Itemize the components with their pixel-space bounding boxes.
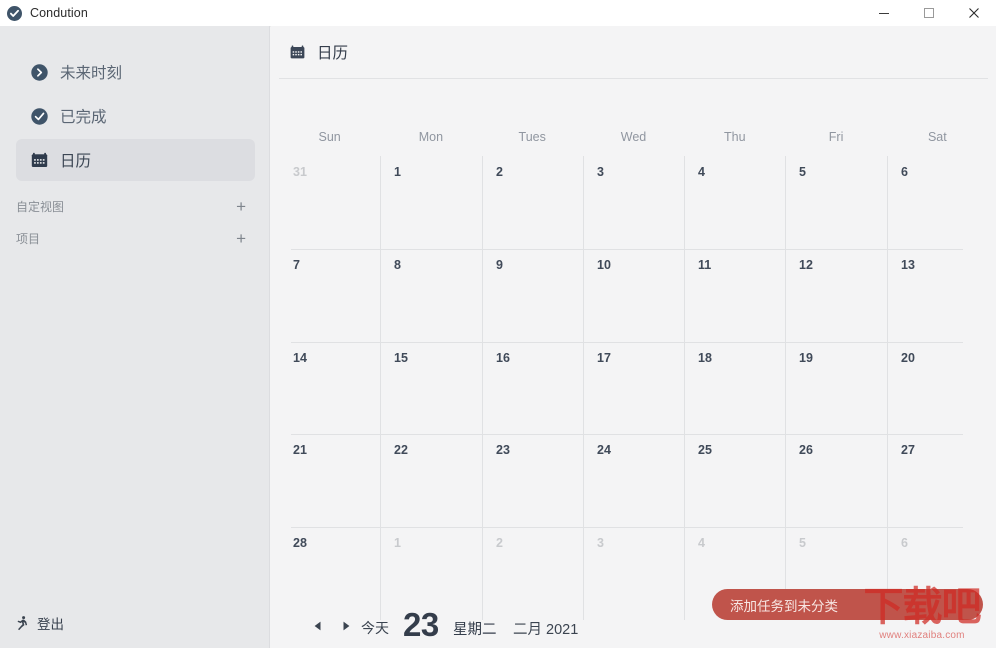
calendar-day-cell[interactable]: 2 — [496, 165, 503, 179]
calendar-header: 日历 — [271, 26, 996, 78]
grid-column-divider — [380, 156, 381, 620]
close-icon[interactable] — [951, 0, 996, 26]
calendar-day-cell[interactable]: 22 — [394, 443, 408, 457]
calendar-day-cell[interactable]: 8 — [394, 258, 401, 272]
calendar-day-cell[interactable]: 23 — [496, 443, 510, 457]
calendar-nav-buttons — [307, 615, 357, 637]
weekday-label-sun: Sun — [318, 130, 341, 144]
maximize-icon[interactable] — [906, 0, 951, 26]
sidebar: 未来时刻 已完成 日历 自定视图 + 项目 + 登出 — [0, 26, 270, 648]
current-weekday-label: 星期二 — [453, 622, 497, 638]
sidebar-section-custom-views: 自定视图 + — [16, 194, 255, 218]
grid-row-divider — [291, 342, 963, 343]
calendar-day-cell[interactable]: 13 — [901, 258, 915, 272]
grid-column-divider — [684, 156, 685, 620]
calendar-day-cell[interactable]: 9 — [496, 258, 503, 272]
window-title: Condution — [30, 6, 88, 20]
grid-row-divider — [291, 434, 963, 435]
app-window: Condution 未来时刻 已完成 日历 自定视图 + 项目 + 登出 日历 … — [0, 0, 996, 648]
calendar-day-cell[interactable]: 18 — [698, 351, 712, 365]
calendar-bottom-bar: 今天 23 星期二 二月 2021 添加任务到未分类 — [271, 589, 996, 648]
calendar-day-cell[interactable]: 4 — [698, 165, 705, 179]
calendar-day-cell[interactable]: 3 — [597, 165, 604, 179]
chevron-circle-right-icon — [30, 63, 49, 82]
sidebar-item-label: 未来时刻 — [60, 65, 123, 82]
prev-month-button[interactable] — [307, 615, 329, 637]
sidebar-item-upcoming[interactable]: 未来时刻 — [16, 51, 255, 93]
logout-label: 登出 — [37, 617, 64, 632]
grid-row-divider — [291, 249, 963, 250]
calendar-day-cell[interactable]: 26 — [799, 443, 813, 457]
add-project-button[interactable]: + — [236, 230, 246, 247]
calendar-day-cell[interactable]: 1 — [394, 536, 401, 550]
calendar-day-cell[interactable]: 17 — [597, 351, 611, 365]
calendar-day-cell[interactable]: 20 — [901, 351, 915, 365]
calendar-day-cell[interactable]: 5 — [799, 165, 806, 179]
calendar-day-cell[interactable]: 11 — [698, 258, 711, 272]
weekday-label-wed: Wed — [620, 130, 647, 144]
grid-row-divider — [291, 527, 963, 528]
calendar-day-cell[interactable]: 15 — [394, 351, 408, 365]
calendar-day-cell[interactable]: 21 — [293, 443, 307, 457]
calendar-day-cell[interactable]: 7 — [293, 258, 300, 272]
minimize-icon[interactable] — [861, 0, 906, 26]
weekday-label-sat: Sat — [927, 130, 947, 144]
calendar-day-cell[interactable]: 10 — [597, 258, 611, 272]
calendar-day-cell[interactable]: 6 — [901, 536, 908, 550]
header-divider — [279, 78, 988, 79]
calendar-day-cell[interactable]: 12 — [799, 258, 813, 272]
weekday-label-tues: Tues — [518, 130, 546, 144]
calendar-grid: 31 1 2 3 4 5 6 7 8 9 10 11 12 13 14 15 16 17 18 19 20 21 22 23 2… — [279, 156, 988, 620]
add-custom-view-button[interactable]: + — [236, 198, 246, 215]
calendar-icon — [30, 151, 49, 170]
calendar-day-cell[interactable]: 27 — [901, 443, 915, 457]
logout-button[interactable]: 登出 — [14, 610, 64, 636]
calendar-day-cell[interactable]: 3 — [597, 536, 604, 550]
current-day-number: 23 — [403, 606, 439, 643]
sidebar-section-projects: 项目 + — [16, 226, 255, 250]
section-label: 项目 — [16, 231, 41, 246]
weekday-label-thu: Thu — [724, 130, 746, 144]
sidebar-item-label: 已完成 — [60, 109, 107, 126]
grid-column-divider — [785, 156, 786, 620]
section-label: 自定视图 — [16, 199, 65, 214]
grid-column-divider — [482, 156, 483, 620]
sidebar-item-calendar[interactable]: 日历 — [16, 139, 255, 181]
run-exit-icon — [14, 615, 30, 631]
calendar-icon — [289, 44, 306, 61]
calendar-day-cell[interactable]: 31 — [293, 165, 307, 179]
current-month-year-label: 二月 2021 — [513, 622, 579, 638]
calendar-day-cell[interactable]: 25 — [698, 443, 712, 457]
weekday-label-fri: Fri — [828, 130, 844, 144]
calendar-day-cell[interactable]: 28 — [293, 536, 307, 550]
calendar-day-cell[interactable]: 4 — [698, 536, 705, 550]
page-title: 日历 — [317, 45, 349, 62]
calendar-day-cell[interactable]: 2 — [496, 536, 503, 550]
today-button[interactable]: 今天 — [361, 618, 389, 638]
calendar-day-cell[interactable]: 24 — [597, 443, 611, 457]
sidebar-item-completed[interactable]: 已完成 — [16, 95, 255, 137]
calendar-day-cell[interactable]: 1 — [394, 165, 401, 179]
main-content: 日历 Sun Mon Tues Wed Thu Fri Sat 31 1 2 3 4 5 6 7 8 9 10 1… — [271, 26, 996, 648]
calendar-day-cell[interactable]: 19 — [799, 351, 813, 365]
check-circle-icon — [30, 107, 49, 126]
calendar-day-cell[interactable]: 6 — [901, 165, 908, 179]
weekday-header-row: Sun Mon Tues Wed Thu Fri Sat — [279, 130, 988, 150]
calendar-day-cell[interactable]: 5 — [799, 536, 806, 550]
grid-column-divider — [583, 156, 584, 620]
title-bar: Condution — [0, 0, 996, 27]
next-month-button[interactable] — [335, 615, 357, 637]
check-circle-icon — [7, 5, 22, 21]
calendar-day-cell[interactable]: 14 — [293, 351, 307, 365]
calendar-day-cell[interactable]: 16 — [496, 351, 510, 365]
weekday-label-mon: Mon — [418, 130, 444, 144]
add-task-label: 添加任务到未分类 — [730, 598, 838, 614]
add-task-button[interactable]: 添加任务到未分类 — [712, 589, 983, 620]
grid-column-divider — [887, 156, 888, 620]
sidebar-item-label: 日历 — [60, 153, 92, 170]
